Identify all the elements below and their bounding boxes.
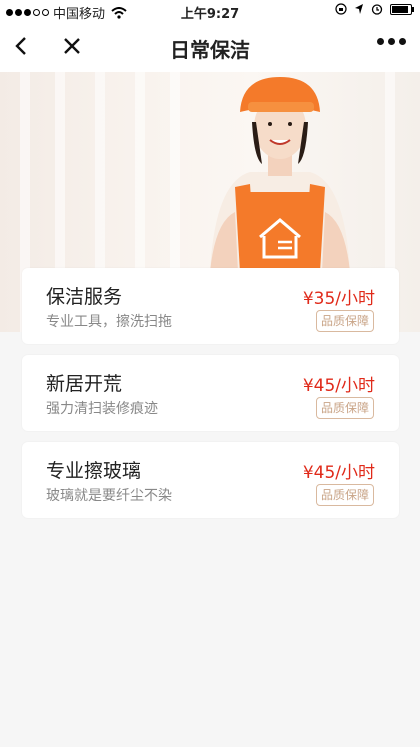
service-title: 保洁服务	[46, 286, 123, 308]
service-desc: 玻璃就是要纤尘不染	[46, 488, 172, 504]
status-bar: 中国移动 上午9:27	[0, 0, 420, 22]
battery-icon	[390, 3, 414, 15]
more-icon[interactable]	[377, 38, 406, 45]
service-title: 新居开荒	[46, 373, 123, 395]
location-icon	[355, 4, 363, 14]
alarm-icon	[371, 4, 383, 15]
status-right	[335, 3, 414, 15]
service-card-new-home[interactable]: 新居开荒 强力清扫装修痕迹 ¥45/小时 品质保障	[22, 355, 399, 431]
page-title: 日常保洁	[170, 38, 250, 62]
service-price: ¥45/小时	[302, 463, 375, 483]
service-desc: 强力清扫装修痕迹	[46, 401, 158, 417]
service-price: ¥35/小时	[302, 289, 375, 309]
quality-badge: 品质保障	[315, 310, 374, 332]
service-desc: 专业工具，擦洗扫拖	[46, 314, 172, 330]
service-price: ¥45/小时	[302, 376, 375, 396]
service-title: 专业擦玻璃	[46, 460, 142, 482]
nav-bar: 日常保洁	[0, 22, 420, 72]
quality-badge: 品质保障	[315, 397, 374, 419]
service-card-window[interactable]: 专业擦玻璃 玻璃就是要纤尘不染 ¥45/小时 品质保障	[22, 442, 399, 518]
service-card-cleaning[interactable]: 保洁服务 专业工具，擦洗扫拖 ¥35/小时 品质保障	[22, 268, 399, 344]
cleaner-illustration	[210, 77, 350, 272]
quality-badge: 品质保障	[315, 484, 374, 506]
rotation-lock-icon	[335, 3, 347, 15]
